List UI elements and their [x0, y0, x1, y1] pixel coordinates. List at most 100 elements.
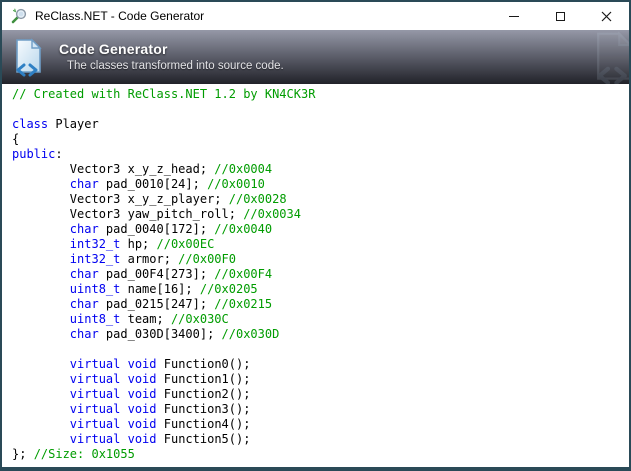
code-token: //0x030D: [222, 327, 280, 341]
window-controls: [491, 2, 629, 30]
code-token: [120, 387, 127, 401]
code-token: virtual: [70, 402, 121, 416]
code-token: hp;: [120, 237, 156, 251]
reclass-app-icon[interactable]: [11, 8, 27, 24]
code-line: char pad_00F4[273]; //0x00F4: [12, 267, 629, 282]
code-token: Player: [48, 117, 99, 131]
code-line: uint8_t name[16]; //0x0205: [12, 282, 629, 297]
code-line: virtual void Function1();: [12, 372, 629, 387]
code-token: char: [70, 267, 99, 281]
code-generator-window: ReClass.NET - Code Generator: [0, 0, 631, 471]
code-line: virtual void Function2();: [12, 387, 629, 402]
code-token: [12, 357, 70, 371]
code-line: int32_t armor; //0x00F0: [12, 252, 629, 267]
maximize-icon: [556, 12, 565, 21]
code-token: //0x0215: [214, 297, 272, 311]
minimize-button[interactable]: [491, 2, 537, 30]
code-token: void: [128, 357, 157, 371]
code-editor[interactable]: // Created with ReClass.NET 1.2 by KN4CK…: [2, 84, 629, 467]
code-token: void: [128, 432, 157, 446]
code-token: pad_030D[3400];: [99, 327, 222, 341]
code-line: char pad_0010[24]; //0x0010: [12, 177, 629, 192]
code-token: [12, 237, 70, 251]
code-token: Vector3 x_y_z_head;: [12, 162, 214, 176]
code-line: char pad_0215[247]; //0x0215: [12, 297, 629, 312]
code-token: //0x0028: [229, 192, 287, 206]
code-token: pad_0040[172];: [99, 222, 215, 236]
code-token: //0x0040: [214, 222, 272, 236]
code-token: Function1();: [157, 372, 251, 386]
code-token: int32_t: [70, 237, 121, 251]
code-line: char pad_030D[3400]; //0x030D: [12, 327, 629, 342]
code-token: [120, 357, 127, 371]
code-line: {: [12, 132, 629, 147]
code-token: virtual: [70, 387, 121, 401]
code-token: [12, 252, 70, 266]
code-token: //0x0010: [207, 177, 265, 191]
code-line: public:: [12, 147, 629, 162]
code-line: Vector3 x_y_z_head; //0x0004: [12, 162, 629, 177]
code-token: uint8_t: [70, 312, 121, 326]
code-token: void: [128, 387, 157, 401]
code-line: [12, 342, 629, 357]
code-token: [120, 402, 127, 416]
code-token: Function0();: [157, 357, 251, 371]
code-token: Vector3 x_y_z_player;: [12, 192, 229, 206]
code-token: [12, 387, 70, 401]
code-token: [12, 432, 70, 446]
code-token: virtual: [70, 432, 121, 446]
code-token: //0x00F4: [214, 267, 272, 281]
code-token: pad_0215[247];: [99, 297, 215, 311]
code-token: char: [70, 297, 99, 311]
code-token: char: [70, 177, 99, 191]
code-line: // Created with ReClass.NET 1.2 by KN4CK…: [12, 87, 629, 102]
code-line: virtual void Function5();: [12, 432, 629, 447]
code-token: //0x0034: [243, 207, 301, 221]
code-token: //0x00EC: [157, 237, 215, 251]
code-line: virtual void Function3();: [12, 402, 629, 417]
code-token: //Size: 0x1055: [34, 447, 135, 461]
code-token: pad_00F4[273];: [99, 267, 215, 281]
minimize-icon: [509, 16, 519, 17]
titlebar[interactable]: ReClass.NET - Code Generator: [2, 2, 629, 30]
code-token: [12, 282, 70, 296]
code-token: //0x00F0: [178, 252, 236, 266]
code-token: uint8_t: [70, 282, 121, 296]
close-icon: [601, 11, 612, 22]
code-document-icon: [12, 38, 46, 78]
code-token: virtual: [70, 372, 121, 386]
code-token: char: [70, 222, 99, 236]
code-token: Function2();: [157, 387, 251, 401]
banner-text: Code Generator The classes transformed i…: [59, 41, 284, 72]
code-line: class Player: [12, 117, 629, 132]
code-token: //0x0004: [214, 162, 272, 176]
code-line: int32_t hp; //0x00EC: [12, 237, 629, 252]
code-token: virtual: [70, 357, 121, 371]
code-line: virtual void Function0();: [12, 357, 629, 372]
code-token: Function3();: [157, 402, 251, 416]
code-token: char: [70, 327, 99, 341]
window-title: ReClass.NET - Code Generator: [35, 9, 204, 23]
maximize-button[interactable]: [537, 2, 583, 30]
code-token: [120, 432, 127, 446]
code-line: Vector3 x_y_z_player; //0x0028: [12, 192, 629, 207]
close-button[interactable]: [583, 2, 629, 30]
code-token: // Created with ReClass.NET 1.2 by KN4CK…: [12, 87, 315, 101]
banner-title: Code Generator: [59, 41, 284, 57]
code-token: [12, 177, 70, 191]
code-token: void: [128, 402, 157, 416]
code-token: :: [55, 147, 62, 161]
code-token: [12, 372, 70, 386]
code-token: armor;: [120, 252, 178, 266]
banner: Code Generator The classes transformed i…: [2, 30, 629, 84]
code-token: team;: [120, 312, 171, 326]
code-token: class: [12, 117, 48, 131]
banner-subtitle: The classes transformed into source code…: [67, 60, 284, 72]
code-line: Vector3 yaw_pitch_roll; //0x0034: [12, 207, 629, 222]
code-token: //0x030C: [171, 312, 229, 326]
code-token: [12, 312, 70, 326]
code-token: {: [12, 132, 19, 146]
code-token: [120, 372, 127, 386]
code-token: //0x0205: [200, 282, 258, 296]
code-token: public: [12, 147, 55, 161]
